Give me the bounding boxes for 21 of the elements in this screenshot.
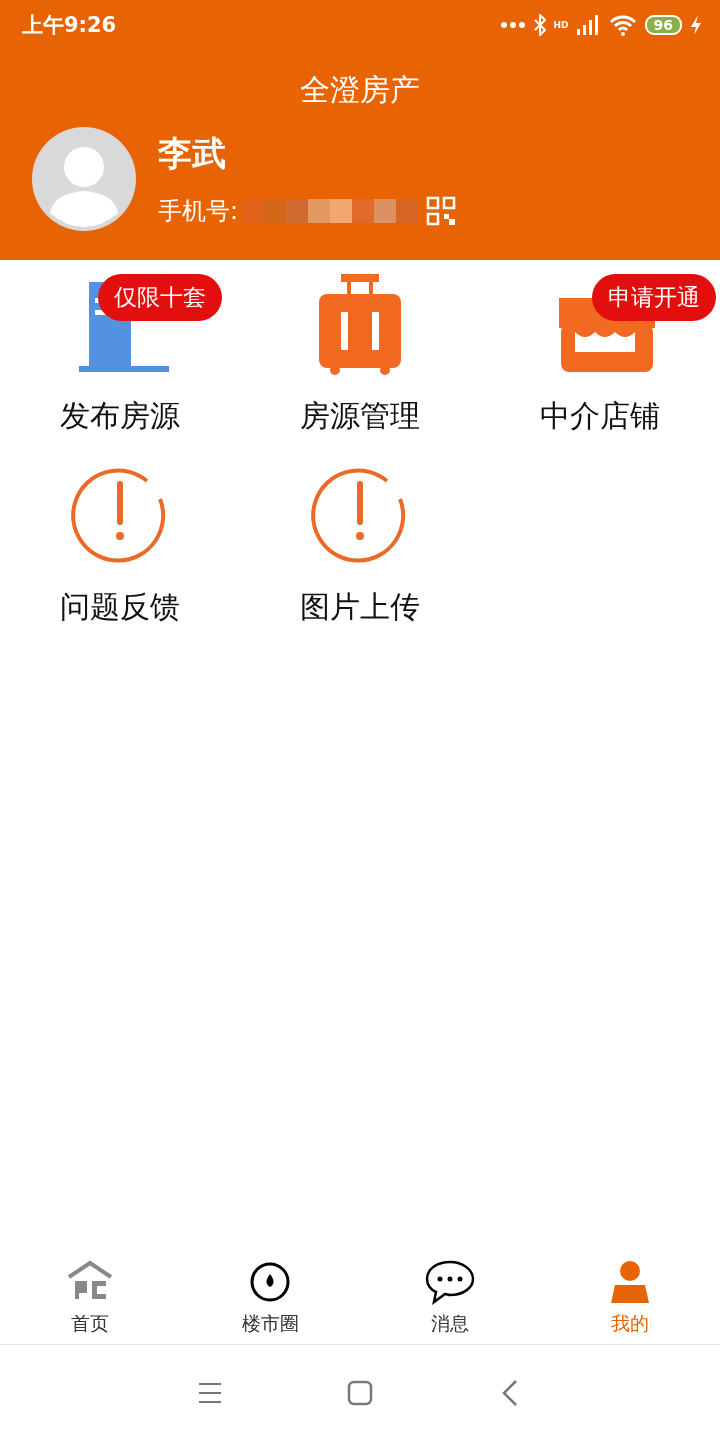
phone-label: 手机号: (158, 196, 239, 227)
qr-code-icon[interactable] (426, 196, 457, 226)
menu-item[interactable]: 图片上传 (300, 459, 420, 628)
menu-item[interactable]: 问题反馈 (60, 459, 180, 628)
battery-indicator: 96 (644, 15, 682, 35)
badge: 申请开通 (592, 274, 716, 321)
user-name: 李武 (158, 132, 227, 175)
menu-item[interactable]: 房源管理 (300, 268, 420, 437)
network-label: HD (553, 20, 569, 30)
badge: 仅限十套 (98, 274, 222, 321)
bluetooth-icon (533, 14, 546, 36)
charging-icon (690, 15, 702, 35)
tab[interactable]: 首页 (0, 1250, 180, 1344)
dots-icon (499, 21, 526, 29)
wifi-icon (608, 14, 637, 36)
status-time: 上午9:26 (22, 12, 117, 39)
tab[interactable]: 楼市圈 (180, 1250, 360, 1344)
signal-icon (576, 15, 601, 35)
tab[interactable]: 消息 (360, 1250, 540, 1344)
app-title: 全澄房产 (299, 71, 421, 109)
avatar-icon[interactable] (32, 127, 136, 231)
